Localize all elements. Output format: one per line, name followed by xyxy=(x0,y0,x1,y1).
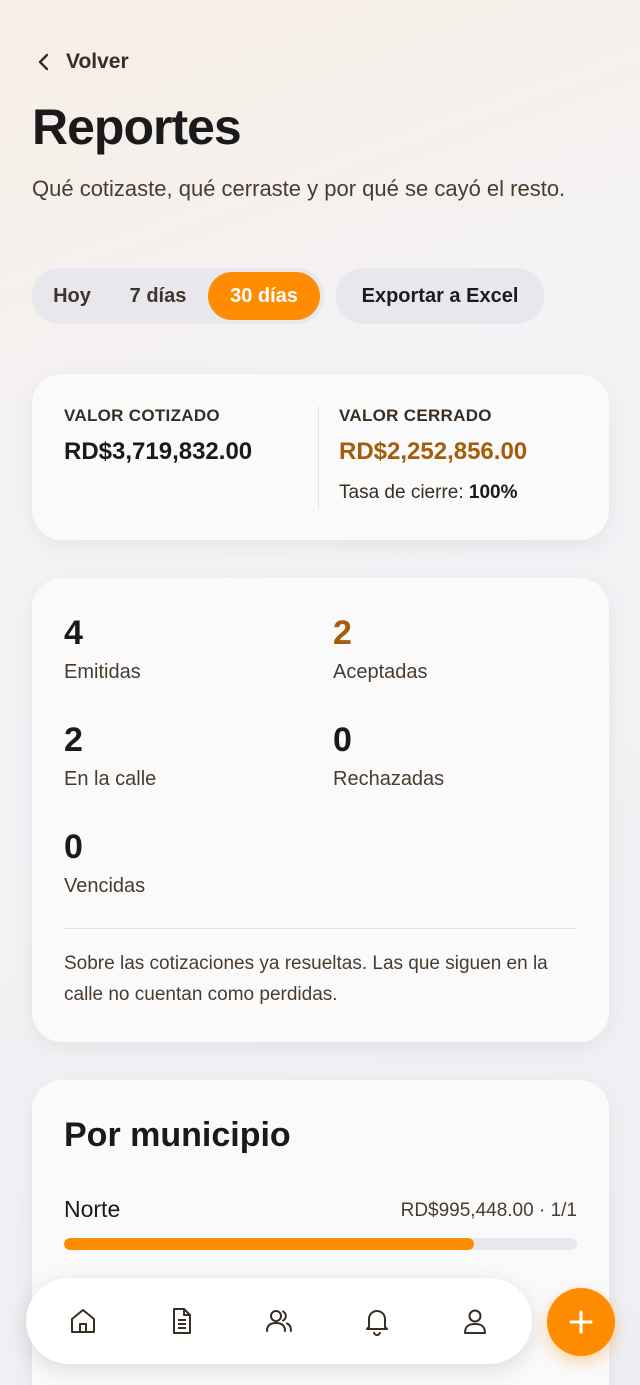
home-icon xyxy=(71,1309,95,1333)
stat-label: Aceptadas xyxy=(333,661,428,683)
page-title: Reportes xyxy=(32,99,242,155)
tab-7-days[interactable]: 7 días xyxy=(108,272,208,320)
bottom-nav xyxy=(26,1278,532,1364)
municipality-bar xyxy=(64,1238,577,1250)
stat-label: Rechazadas xyxy=(333,768,445,790)
plus-icon xyxy=(569,1310,593,1334)
stat-in-street: 2 En la calle xyxy=(64,721,156,791)
stat-value: 2 xyxy=(333,614,352,652)
stat-accepted: 2 Aceptadas xyxy=(333,614,428,684)
quoted-value: RD$3,719,832.00 xyxy=(64,438,253,465)
stat-value: 2 xyxy=(64,721,83,759)
stat-value: 4 xyxy=(64,614,83,652)
close-rate: Tasa de cierre: 100% xyxy=(339,482,527,504)
page-subtitle: Qué cotizaste, qué cerraste y por qué se… xyxy=(32,176,566,201)
stats-card: 4 Emitidas 2 Aceptadas 2 En la calle 0 R… xyxy=(32,578,609,1042)
municipality-bar-fill xyxy=(64,1238,475,1250)
divider xyxy=(318,406,319,510)
users-icon xyxy=(266,1310,292,1332)
stat-expired: 0 Vencidas xyxy=(64,828,145,898)
municipality-name: Norte xyxy=(64,1196,121,1222)
nav-profile[interactable] xyxy=(445,1291,505,1351)
closed-value: RD$2,252,856.00 xyxy=(339,438,528,465)
export-excel-button[interactable]: Exportar a Excel xyxy=(336,268,544,324)
close-rate-label: Tasa de cierre: xyxy=(339,482,464,503)
profile-icon xyxy=(464,1309,486,1334)
stat-label: Emitidas xyxy=(64,661,141,683)
nav-notifications[interactable] xyxy=(347,1291,407,1351)
stat-label: En la calle xyxy=(64,768,157,790)
close-rate-value: 100% xyxy=(468,482,518,503)
closed-label: VALOR CERRADO xyxy=(339,406,492,425)
document-icon xyxy=(173,1308,191,1334)
bell-icon xyxy=(366,1310,388,1336)
nav-clients[interactable] xyxy=(249,1291,309,1351)
nav-home[interactable] xyxy=(53,1291,113,1351)
stat-label: Vencidas xyxy=(64,875,146,897)
tab-30-days[interactable]: 30 días xyxy=(208,272,320,320)
tab-today[interactable]: Hoy xyxy=(36,272,108,320)
closed-block: VALOR CERRADO RD$2,252,856.00 Tasa de ci… xyxy=(339,406,527,504)
stat-rejected: 0 Rechazadas xyxy=(333,721,444,791)
nav-quotes[interactable] xyxy=(151,1291,211,1351)
chevron-left-icon xyxy=(38,53,49,71)
back-button[interactable]: Volver xyxy=(34,50,129,74)
stats-note: Sobre las cotizaciones ya resueltas. Las… xyxy=(64,953,548,1005)
add-quote-button[interactable] xyxy=(547,1288,615,1356)
quoted-block: VALOR COTIZADO RD$3,719,832.00 xyxy=(64,406,252,466)
stat-value: 0 xyxy=(64,828,83,866)
back-label: Volver xyxy=(66,50,129,73)
stat-issued: 4 Emitidas xyxy=(64,614,141,684)
divider xyxy=(64,928,577,929)
section-title: Por municipio xyxy=(64,1116,291,1154)
municipality-value: RD$995,448.00 · 1/1 xyxy=(400,1200,577,1221)
range-selector: Hoy 7 días 30 días xyxy=(32,268,324,324)
summary-card: VALOR COTIZADO RD$3,719,832.00 VALOR CER… xyxy=(32,374,609,540)
quoted-label: VALOR COTIZADO xyxy=(64,406,220,425)
stat-value: 0 xyxy=(333,721,352,759)
